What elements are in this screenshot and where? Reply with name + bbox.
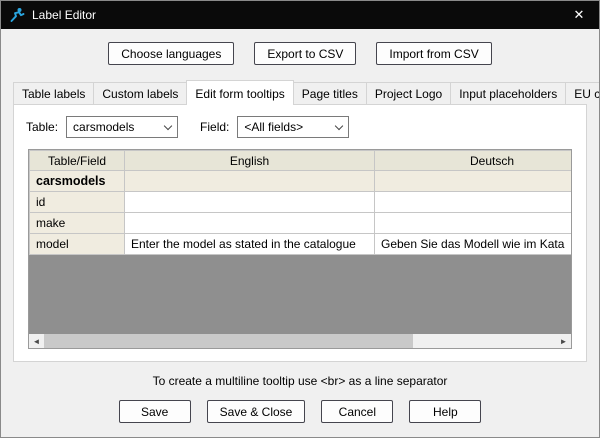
table-row[interactable]: carsmodels <box>29 170 571 192</box>
scrollbar-thumb[interactable] <box>44 334 413 348</box>
scroll-right-icon[interactable]: ► <box>556 334 571 348</box>
column-header-table-field: Table/Field <box>29 150 125 171</box>
horizontal-scrollbar[interactable]: ◄ ► <box>29 334 571 348</box>
table-row[interactable]: model Enter the model as stated in the c… <box>29 233 571 255</box>
tab-strip: Table labels Custom labels Edit form too… <box>1 80 599 105</box>
choose-languages-button[interactable]: Choose languages <box>108 42 235 65</box>
help-button[interactable]: Help <box>409 400 482 423</box>
window-title: Label Editor <box>32 8 97 22</box>
tab-edit-form-tooltips[interactable]: Edit form tooltips <box>186 80 294 105</box>
save-and-close-button[interactable]: Save & Close <box>206 400 306 423</box>
tab-table-labels[interactable]: Table labels <box>13 82 95 104</box>
export-to-csv-button[interactable]: Export to CSV <box>254 42 357 65</box>
close-icon[interactable]: ✕ <box>559 1 599 29</box>
chevron-down-icon <box>330 117 348 137</box>
cell-english[interactable] <box>124 170 375 192</box>
filter-row: Table: carsmodels Field: <All fields> <box>14 105 586 138</box>
cell-field[interactable]: make <box>29 212 125 234</box>
cell-english[interactable]: Enter the model as stated in the catalog… <box>124 233 375 255</box>
scrollbar-track[interactable] <box>44 334 556 348</box>
label-editor-dialog: Label Editor ✕ Choose languages Export t… <box>0 0 600 438</box>
cell-deutsch[interactable] <box>374 170 571 192</box>
tooltips-table: Table/Field English Deutsch carsmodels i… <box>29 150 571 255</box>
tooltips-grid: Table/Field English Deutsch carsmodels i… <box>28 149 572 349</box>
table-row[interactable]: id <box>29 191 571 213</box>
cell-field[interactable]: model <box>29 233 125 255</box>
field-select[interactable]: <All fields> <box>237 116 350 138</box>
column-header-english: English <box>124 150 375 171</box>
column-header-deutsch: Deutsch <box>374 150 571 171</box>
import-from-csv-button[interactable]: Import from CSV <box>376 42 492 65</box>
table-select-value: carsmodels <box>73 120 135 134</box>
tab-custom-labels[interactable]: Custom labels <box>93 82 188 104</box>
cell-english[interactable] <box>124 212 375 234</box>
cancel-button[interactable]: Cancel <box>321 400 394 423</box>
tab-project-logo[interactable]: Project Logo <box>365 82 452 104</box>
tab-page-titles[interactable]: Page titles <box>292 82 367 104</box>
cell-field[interactable]: carsmodels <box>29 170 125 192</box>
toolbar: Choose languages Export to CSV Import fr… <box>1 42 599 65</box>
grid-header-row: Table/Field English Deutsch <box>29 150 571 171</box>
field-select-value: <All fields> <box>244 120 304 134</box>
chevron-down-icon <box>159 117 177 137</box>
titlebar: Label Editor ✕ <box>1 1 599 29</box>
app-icon <box>9 7 25 23</box>
tab-eu-cookie-banner[interactable]: EU cookie banner <box>565 82 599 104</box>
footer-buttons: Save Save & Close Cancel Help <box>1 400 599 423</box>
field-label: Field: <box>200 120 230 134</box>
table-select[interactable]: carsmodels <box>66 116 179 138</box>
cell-deutsch[interactable] <box>374 212 571 234</box>
cell-deutsch[interactable] <box>374 191 571 213</box>
tab-input-placeholders[interactable]: Input placeholders <box>450 82 567 104</box>
cell-deutsch[interactable]: Geben Sie das Modell wie im Kata <box>374 233 571 255</box>
multiline-hint-text: To create a multiline tooltip use <br> a… <box>152 374 448 388</box>
scroll-left-icon[interactable]: ◄ <box>29 334 44 348</box>
edit-form-tooltips-panel: Table: carsmodels Field: <All fields> Ta… <box>13 104 587 362</box>
cell-english[interactable] <box>124 191 375 213</box>
table-label: Table: <box>26 120 59 134</box>
cell-field[interactable]: id <box>29 191 125 213</box>
table-row[interactable]: make <box>29 212 571 234</box>
save-button[interactable]: Save <box>118 400 191 423</box>
